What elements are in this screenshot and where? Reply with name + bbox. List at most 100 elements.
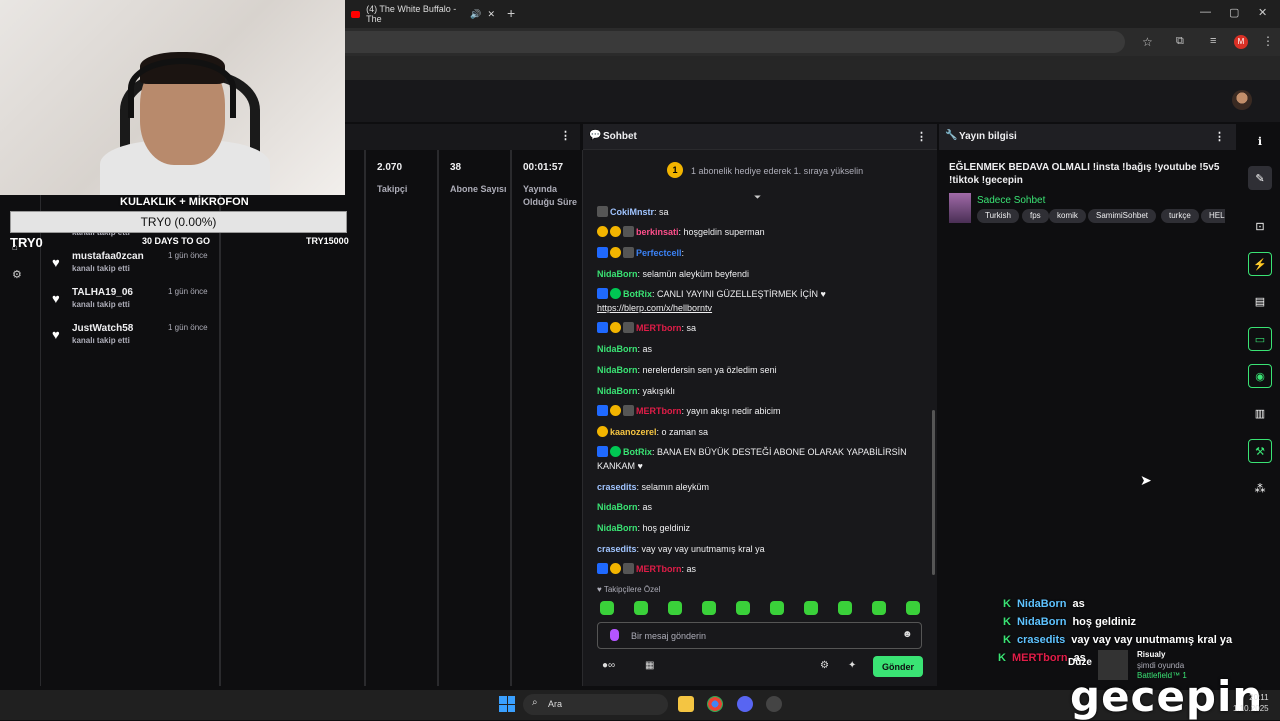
file-explorer-icon[interactable] [678,696,694,712]
url-input[interactable] [345,31,1125,53]
stream-info-header: 🔧 Yayın bilgisi ⋮ [939,124,1236,150]
follower-item: ♥ TALHA19_06 kanalı takip etti 1 gün önc… [48,287,218,317]
chat-message: NidaBorn: hoş geldiniz [597,521,927,535]
follower-name: TALHA19_06 [72,287,133,298]
chat-username[interactable]: NidaBorn [597,502,638,512]
emote-icon[interactable] [702,601,716,615]
flash-icon[interactable]: ⚡ [1248,252,1272,276]
more-icon[interactable]: ⁂ [1248,476,1272,500]
chat-username[interactable]: NidaBorn [597,386,638,396]
chat-text: : as [637,502,653,512]
chat-username[interactable]: BotRix [623,289,652,299]
chat-username[interactable]: NidaBorn [597,344,638,354]
points-icon[interactable]: ●∞ [602,660,615,671]
taskbar-search[interactable]: Ara [523,694,668,715]
chat-username[interactable]: MERTborn [636,323,682,333]
profile-avatar[interactable]: M [1234,35,1248,49]
tools-icon[interactable]: ⚒ [1248,439,1272,463]
chat-username[interactable]: MERTborn [636,406,682,416]
chat-message: crasedits: vay vay vay unutmamış kral ya [597,542,927,556]
emote-icon[interactable] [838,601,852,615]
maximize-icon[interactable]: ▢ [1229,6,1239,19]
document-icon[interactable]: ▤ [1248,289,1272,313]
user-avatar[interactable] [1232,90,1252,110]
emote-icon[interactable] [770,601,784,615]
chat-username[interactable]: CokiMnstr [610,207,654,217]
chat-username[interactable]: Perfectcell [636,248,682,258]
chat-username[interactable]: berkinsati [636,227,679,237]
edit-icon[interactable]: ✎ [1248,166,1272,190]
chat-username[interactable]: crasedits [597,544,637,554]
chat-username[interactable]: NidaBorn [597,269,638,279]
category-name[interactable]: Sadece Sohbet [977,195,1045,206]
emote-icon[interactable] [668,601,682,615]
chat-username[interactable]: NidaBorn [597,365,638,375]
chat-menu-icon[interactable]: ⋮ [916,130,927,143]
mic-icon[interactable] [610,629,619,641]
follower-item: ♥ mustafaa0zcan kanalı takip etti 1 gün … [48,251,218,281]
chrome-icon[interactable] [707,696,723,712]
stream-tag[interactable]: fps [1022,209,1049,223]
browser-menu-icon[interactable]: ⋮ [1262,34,1274,48]
chat-message-input[interactable]: Bir mesaj gönderin [597,622,922,649]
user-badge-icon [623,322,634,333]
chat-icon[interactable]: ▭ [1248,327,1272,351]
overlay-chat-line: Kcrasedits vay vay vay unutmamış kral ya [1003,634,1232,646]
goal-days-left: 30 DAYS TO GO [142,236,211,246]
broadcast-icon[interactable]: ◉ [1248,364,1272,388]
stream-tag[interactable]: turkçe [1161,209,1199,223]
expand-icon[interactable]: ⏷ [754,192,761,203]
media-icon[interactable]: ≡ [1210,35,1216,47]
pinned-gift-banner: 1 1 abonelik hediye ederek 1. sıraya yük… [583,156,937,186]
chat-username[interactable]: NidaBorn [597,523,638,533]
emote-icon[interactable] [600,601,614,615]
extensions-icon[interactable]: ⧉ [1176,35,1184,48]
close-window-icon[interactable]: ✕ [1258,6,1267,19]
emote-icon[interactable] [872,601,886,615]
stat-subscribers: 38 Abone Sayısı [450,162,508,196]
chat-username[interactable]: crasedits [597,482,637,492]
chat-settings-icon[interactable]: ⚙ [820,660,829,671]
new-tab-button[interactable]: + [507,5,515,21]
chat-link[interactable]: https://blerp.com/x/hellborntv [597,303,712,313]
stats-menu-icon[interactable]: ⋮ [560,129,571,142]
chat-text: : sa [654,207,669,217]
send-button[interactable]: Gönder [873,656,923,677]
stream-tag[interactable]: HELL [1201,209,1225,223]
chat-message: crasedits: selamın aleyküm [597,480,927,494]
discord-icon[interactable] [737,696,753,712]
chat-username[interactable]: BotRix [623,447,652,457]
app-icon[interactable] [766,696,782,712]
chat-username[interactable]: kaanozerel [610,427,657,437]
sub-badge-icon [597,226,608,237]
emote-icon[interactable] [906,601,920,615]
stream-info-menu-icon[interactable]: ⋮ [1214,130,1225,143]
left-nav [0,122,40,690]
screen-icon[interactable]: ⊡ [1248,214,1272,238]
chat-header: 💬 Sohbet ⋮ [583,124,937,150]
minimize-icon[interactable]: — [1200,6,1211,18]
stream-tag[interactable]: SamimiSohbet [1088,209,1157,223]
mod-badge-icon [597,405,608,416]
star-icon[interactable]: ☆ [1142,35,1153,49]
windows-start-icon[interactable] [499,696,515,712]
settings-gear-icon[interactable]: ⚙ [12,268,22,281]
stream-tag[interactable]: Turkish [977,209,1019,223]
stat-label: Takipçi [377,184,408,194]
chat-message: NidaBorn: as [597,342,927,356]
chat-scrollbar[interactable] [932,410,935,575]
overlay-text: vay vay vay unutmamış kral ya [1071,634,1233,646]
close-tab-icon[interactable]: ✕ [487,9,495,20]
emote-icon[interactable] [736,601,750,615]
chat-username[interactable]: MERTborn [636,564,682,574]
layout-icon[interactable]: ▥ [1248,401,1272,425]
emoji-icon[interactable]: ☻ [902,629,913,640]
overlay-edit-label: Düze [1068,657,1092,668]
store-icon[interactable]: ▦ [645,660,654,671]
info-icon[interactable]: ℹ [1248,129,1272,153]
mod-icon[interactable]: ✦ [848,660,856,671]
emote-icon[interactable] [804,601,818,615]
emote-icon[interactable] [634,601,648,615]
browser-tab[interactable]: (4) The White Buffalo - The 🔊 ✕ [345,2,495,26]
stream-tag[interactable]: komik [1049,209,1086,223]
